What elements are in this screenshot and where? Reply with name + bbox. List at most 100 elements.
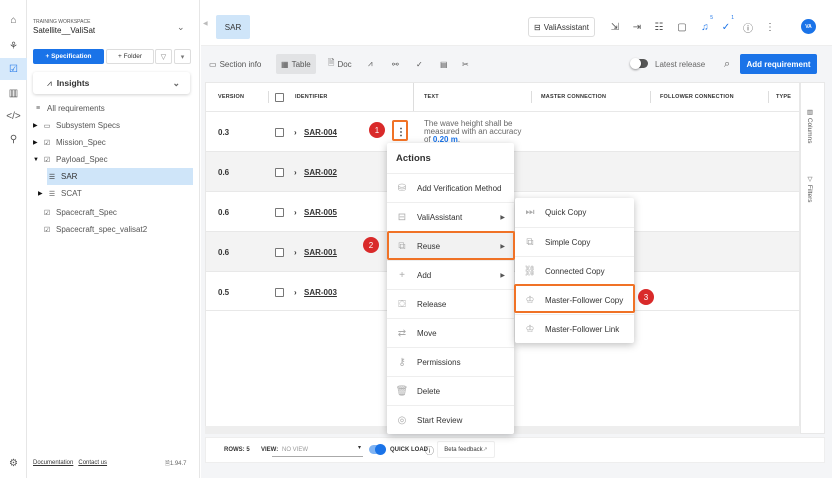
version-cell: 0.6 — [218, 207, 230, 217]
tools-icon[interactable]: ✂ — [462, 54, 469, 74]
checklist-icon[interactable]: ☷ — [651, 18, 667, 36]
caret-right-icon[interactable]: ▶ — [38, 190, 47, 197]
filter-icon[interactable]: ▽ — [155, 49, 172, 64]
table-icon: ▦ — [281, 59, 289, 69]
column-header-type[interactable]: TYPE — [776, 83, 791, 111]
section-info-button[interactable]: ▭ Section info — [209, 54, 261, 74]
expand-icon[interactable]: › — [294, 152, 297, 192]
beta-feedback-button[interactable]: Beta feedback ↗ — [437, 441, 495, 458]
menu-item-reuse[interactable]: ⧉ Reuse ▶ — [387, 231, 514, 260]
tree-item-subsystem-specs[interactable]: ▶ ▭ Subsystem Specs — [33, 117, 193, 134]
menu-item-valiassistant[interactable]: ⊟ ValiAssistant ▶ — [387, 202, 514, 231]
column-header-follower-connection[interactable]: FOLLOWER CONNECTION — [660, 83, 734, 111]
check-count: 1 — [731, 15, 734, 21]
tab-sar[interactable]: SAR — [216, 15, 250, 39]
add-folder-button[interactable]: + Folder — [106, 49, 154, 64]
identifier-link[interactable]: SAR-005 — [304, 192, 337, 232]
check-circle-icon[interactable]: ✓ 1 — [718, 15, 734, 36]
menu-item-move[interactable]: ⇄ Move — [387, 318, 514, 347]
verify-icon[interactable]: ✓ — [416, 54, 423, 74]
kebab-menu-icon[interactable]: ⋮ — [762, 18, 778, 36]
row-checkbox[interactable] — [275, 152, 284, 192]
comments-icon[interactable]: ▢ — [674, 18, 690, 36]
menu-item-add-verification-method[interactable]: ⛁ Add Verification Method — [387, 173, 514, 202]
table-footer: ROWS: 5 VIEW: NO VIEW ▾ QUICK LOAD ⓘ Beta… — [205, 437, 825, 463]
row-checkbox[interactable] — [275, 232, 284, 272]
caret-right-icon[interactable]: ▶ — [33, 122, 42, 129]
more-icon[interactable]: ▾ — [174, 49, 191, 64]
tree-item-scat[interactable]: ▶ ☰ SCAT — [38, 185, 193, 202]
identifier-link[interactable]: SAR-002 — [304, 152, 337, 192]
network-icon[interactable]: ⚘ — [0, 35, 27, 57]
view-select[interactable]: NO VIEW ▾ — [272, 442, 363, 457]
select-all-checkbox[interactable] — [275, 83, 284, 111]
search-icon[interactable]: ⌕ — [724, 54, 730, 74]
app-version: 🗎1.94.7 — [165, 461, 187, 467]
analytics-icon[interactable]: ▥ — [0, 82, 27, 104]
valiassistant-button[interactable]: ⊟ ValiAssistant — [528, 17, 595, 37]
menu-item-master-follower-link[interactable]: ♔ Master-Follower Link — [515, 314, 634, 343]
caret-right-icon[interactable]: ▶ — [33, 139, 42, 146]
graph-view-icon[interactable]: ⚯ — [392, 54, 399, 74]
menu-item-permissions[interactable]: ⚷ Permissions — [387, 347, 514, 376]
caret-down-icon[interactable]: ▼ — [33, 157, 42, 163]
rows-count: ROWS: 5 — [224, 447, 250, 453]
help-icon[interactable]: ⓘ — [425, 444, 434, 457]
contact-link[interactable]: Contact us — [78, 460, 107, 466]
table-view-button[interactable]: ▦ Table — [276, 54, 316, 74]
requirements-icon[interactable]: ☑ — [0, 58, 27, 80]
tree-item-mission-spec[interactable]: ▶ ☑ Mission_Spec — [33, 134, 193, 151]
column-header-master-connection[interactable]: MASTER CONNECTION — [541, 83, 606, 111]
expand-icon[interactable]: › — [294, 112, 297, 152]
collapse-icon[interactable]: ◀ — [203, 20, 208, 27]
menu-item-delete[interactable]: 🗑 Delete — [387, 376, 514, 405]
export-icon[interactable]: ⇥ — [629, 18, 645, 36]
tree-item-spacecraft-spec-valisat2[interactable]: ☑ Spacecraft_spec_valisat2 — [33, 221, 193, 238]
link-icon[interactable]: ⚲ — [0, 128, 27, 150]
latest-release-toggle[interactable] — [630, 58, 648, 69]
tree-item-all-requirements[interactable]: ≡ All requirements — [33, 100, 193, 117]
row-checkbox[interactable] — [275, 192, 284, 232]
code-icon[interactable]: </> — [0, 105, 27, 127]
tree-item-sar[interactable]: ☰ SAR — [47, 168, 193, 185]
chart-view-icon[interactable]: ⩘ — [368, 54, 373, 74]
menu-item-simple-copy[interactable]: ⧉ Simple Copy — [515, 227, 634, 256]
spec-tree: ≡ All requirements ▶ ▭ Subsystem Specs ▶ ☑ Mi… — [33, 100, 193, 238]
settings-icon[interactable]: ⚙ — [0, 452, 27, 474]
menu-item-start-review[interactable]: ◎ Start Review — [387, 405, 514, 434]
identifier-link[interactable]: SAR-004 — [304, 112, 337, 152]
report-icon[interactable]: ▤ — [440, 54, 448, 74]
tree-item-payload-spec[interactable]: ▼ ☑ Payload_Spec — [33, 151, 193, 168]
quick-load-toggle[interactable] — [369, 444, 386, 455]
menu-item-quick-copy[interactable]: ⏭ Quick Copy — [515, 198, 634, 227]
menu-item-connected-copy[interactable]: ⛓ Connected Copy — [515, 256, 634, 285]
add-requirement-button[interactable]: Add requirement — [740, 54, 817, 74]
identifier-link[interactable]: SAR-003 — [304, 272, 337, 312]
menu-item-add[interactable]: + Add ▶ — [387, 260, 514, 289]
column-header-version[interactable]: VERSION — [218, 83, 244, 111]
bell-icon[interactable]: ♫ 5 — [697, 15, 713, 36]
tree-item-spacecraft-spec[interactable]: ☑ Spacecraft_Spec — [33, 204, 193, 221]
doc-view-button[interactable]: 🗎 Doc — [328, 54, 352, 74]
column-header-identifier[interactable]: IDENTIFIER — [295, 83, 328, 111]
identifier-link[interactable]: SAR-001 — [304, 232, 337, 272]
add-specification-button[interactable]: + Specification — [33, 49, 104, 64]
menu-item-master-follower-copy[interactable]: ♔ Master-Follower Copy — [515, 285, 634, 314]
row-checkbox[interactable] — [275, 112, 284, 152]
column-header-text[interactable]: TEXT — [424, 83, 439, 111]
documentation-link[interactable]: Documentation — [33, 460, 73, 466]
avatar[interactable]: VA — [801, 19, 816, 34]
expand-icon[interactable]: › — [294, 192, 297, 232]
insights-dropdown[interactable]: ⩘ Insights ⌄ — [33, 72, 190, 94]
chevron-down-icon[interactable]: ⌄ — [177, 22, 185, 33]
expand-icon[interactable]: › — [294, 232, 297, 272]
row-checkbox[interactable] — [275, 272, 284, 312]
columns-panel-toggle[interactable]: ▥ Columns — [805, 108, 813, 143]
filters-panel-toggle[interactable]: ▽ Filters — [805, 175, 813, 203]
review-icon: ◎ — [397, 414, 407, 426]
expand-icon[interactable]: › — [294, 272, 297, 312]
import-icon[interactable]: ⇲ — [607, 18, 623, 36]
help-icon[interactable]: ⓘ — [740, 18, 756, 36]
home-icon[interactable]: ⌂ — [0, 9, 27, 31]
menu-item-release[interactable]: ⛋ Release — [387, 289, 514, 318]
